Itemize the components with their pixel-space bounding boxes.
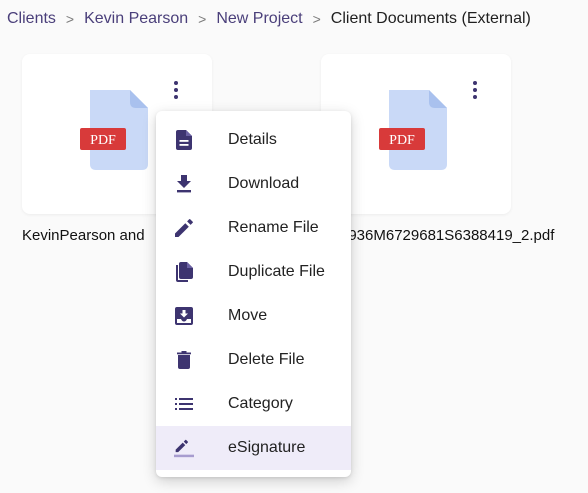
breadcrumb-separator: > (312, 11, 321, 27)
menu-item-label: Rename File (228, 219, 319, 236)
menu-item-delete[interactable]: Delete File (156, 338, 351, 382)
menu-item-esignature[interactable]: eSignature (156, 426, 351, 470)
pdf-file-icon: PDF (80, 90, 154, 170)
document-icon (174, 130, 194, 150)
signature-icon (174, 438, 194, 458)
menu-item-move[interactable]: Move (156, 294, 351, 338)
pdf-badge-text: PDF (90, 133, 116, 148)
menu-item-label: Details (228, 131, 277, 148)
breadcrumb-clients[interactable]: Clients (7, 10, 56, 28)
trash-icon (174, 350, 194, 370)
menu-item-label: Category (228, 395, 293, 412)
menu-item-label: Duplicate File (228, 263, 325, 280)
move-to-inbox-icon (174, 306, 194, 326)
pdf-file-icon: PDF (379, 90, 453, 170)
file-context-menu: Details Download Rename File Duplicate F… (156, 111, 351, 477)
duplicate-icon (174, 262, 194, 282)
menu-item-duplicate[interactable]: Duplicate File (156, 250, 351, 294)
download-icon (174, 174, 194, 194)
list-icon (174, 394, 194, 414)
file-name[interactable]: KevinPearson and (22, 227, 145, 244)
more-options-icon[interactable] (164, 78, 188, 102)
more-options-icon[interactable] (463, 78, 487, 102)
breadcrumb-client-name[interactable]: Kevin Pearson (84, 10, 188, 28)
menu-item-download[interactable]: Download (156, 162, 351, 206)
breadcrumb-separator: > (65, 11, 75, 27)
menu-item-details[interactable]: Details (156, 118, 351, 162)
menu-item-rename[interactable]: Rename File (156, 206, 351, 250)
breadcrumb-project[interactable]: New Project (216, 10, 302, 28)
breadcrumb-current-folder: Client Documents (External) (330, 10, 531, 27)
menu-item-label: Download (228, 175, 300, 192)
menu-item-label: eSignature (228, 439, 306, 456)
menu-item-category[interactable]: Category (156, 382, 351, 426)
file-name[interactable]: 2936M6729681S6388419_2.pdf (340, 227, 554, 244)
file-browser-page: Clients > Kevin Pearson > New Project > … (0, 0, 588, 493)
pdf-badge-text: PDF (389, 133, 415, 148)
pencil-icon (174, 218, 194, 238)
menu-item-label: Move (228, 307, 268, 324)
breadcrumb: Clients > Kevin Pearson > New Project > … (7, 10, 531, 28)
breadcrumb-separator: > (198, 11, 207, 27)
menu-item-label: Delete File (228, 351, 305, 368)
